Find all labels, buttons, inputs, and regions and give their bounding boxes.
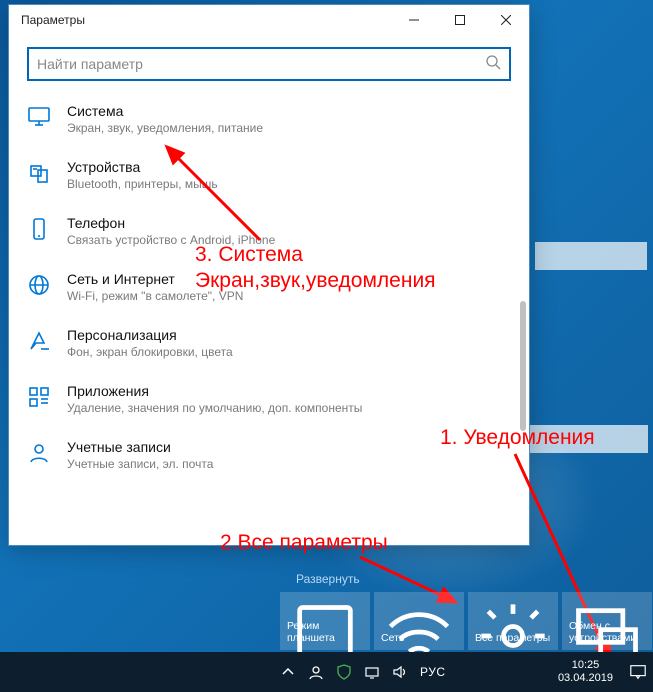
- tray-people-icon[interactable]: [308, 664, 324, 680]
- apps-icon: [27, 385, 51, 409]
- gear-icon: [475, 598, 551, 616]
- category-title: Система: [67, 103, 511, 119]
- category-list: Система Экран, звук, уведомления, питание…: [9, 91, 529, 545]
- window-title: Параметры: [21, 13, 85, 27]
- category-item-phone[interactable]: Телефон Связать устройство с Android, iPh…: [9, 203, 529, 259]
- category-item-personal[interactable]: Персонализация Фон, экран блокировки, цве…: [9, 315, 529, 371]
- category-title: Персонализация: [67, 327, 511, 343]
- qa-tile-network[interactable]: Сеть: [374, 592, 464, 650]
- category-desc: Учетные записи, эл. почта: [67, 457, 511, 471]
- tray-date: 03.04.2019: [558, 672, 613, 685]
- personal-icon: [27, 329, 51, 353]
- category-item-monitor[interactable]: Система Экран, звук, уведомления, питание: [9, 91, 529, 147]
- monitor-icon: [27, 105, 51, 129]
- tray-defender-icon[interactable]: [336, 664, 352, 680]
- category-desc: Экран, звук, уведомления, питание: [67, 121, 511, 135]
- qa-label: Режим планшета: [287, 620, 363, 644]
- category-desc: Удаление, значения по умолчанию, доп. ко…: [67, 401, 511, 415]
- category-item-accounts[interactable]: Учетные записи Учетные записи, эл. почта: [9, 427, 529, 483]
- category-title: Телефон: [67, 215, 511, 231]
- category-title: Сеть и Интернет: [67, 271, 511, 287]
- settings-window: Параметры Система Экран, звук, уведомлени…: [8, 4, 530, 546]
- devices-icon: [27, 161, 51, 185]
- tray-time: 10:25: [558, 659, 613, 672]
- category-title: Устройства: [67, 159, 511, 175]
- search-box[interactable]: [27, 47, 511, 81]
- category-desc: Wi-Fi, режим "в самолете", VPN: [67, 289, 511, 303]
- tray-clock[interactable]: 10:25 03.04.2019: [550, 659, 621, 684]
- search-input[interactable]: [37, 56, 485, 72]
- network-icon: [381, 598, 457, 616]
- tray: РУС: [280, 664, 550, 680]
- category-item-globe[interactable]: Сеть и Интернет Wi-Fi, режим "в самолете"…: [9, 259, 529, 315]
- qa-tile-tablet[interactable]: Режим планшета: [280, 592, 370, 650]
- action-center-expand[interactable]: Развернуть: [296, 572, 360, 586]
- phone-icon: [27, 217, 51, 241]
- connect-icon: [569, 598, 645, 616]
- category-desc: Bluetooth, принтеры, мышь: [67, 177, 511, 191]
- close-button[interactable]: [483, 5, 529, 35]
- category-desc: Фон, экран блокировки, цвета: [67, 345, 511, 359]
- qa-label: Обмен с устройствами: [569, 620, 645, 644]
- titlebar[interactable]: Параметры: [9, 5, 529, 35]
- taskbar: РУС 10:25 03.04.2019: [0, 652, 653, 692]
- qa-tile-connect[interactable]: Обмен с устройствами: [562, 592, 652, 650]
- tray-network-icon[interactable]: [364, 664, 380, 680]
- tray-volume-icon[interactable]: [392, 664, 408, 680]
- minimize-button[interactable]: [391, 5, 437, 35]
- category-item-devices[interactable]: Устройства Bluetooth, принтеры, мышь: [9, 147, 529, 203]
- maximize-button[interactable]: [437, 5, 483, 35]
- globe-icon: [27, 273, 51, 297]
- tray-language[interactable]: РУС: [420, 665, 446, 679]
- action-center-button[interactable]: [621, 652, 653, 692]
- qa-tile-gear[interactable]: Все параметры: [468, 592, 558, 650]
- quick-actions-row: Режим планшета Сеть Все параметры Обмен с у…: [280, 592, 652, 650]
- qa-label: Сеть: [381, 632, 457, 644]
- category-item-apps[interactable]: Приложения Удаление, значения по умолчани…: [9, 371, 529, 427]
- category-title: Приложения: [67, 383, 511, 399]
- tray-chevron-up-icon[interactable]: [280, 664, 296, 680]
- category-title: Учетные записи: [67, 439, 511, 455]
- tablet-icon: [287, 598, 363, 616]
- category-desc: Связать устройство с Android, iPhone: [67, 233, 511, 247]
- search-icon: [485, 54, 501, 75]
- accounts-icon: [27, 441, 51, 465]
- qa-label: Все параметры: [475, 632, 551, 644]
- scrollbar[interactable]: [520, 301, 526, 431]
